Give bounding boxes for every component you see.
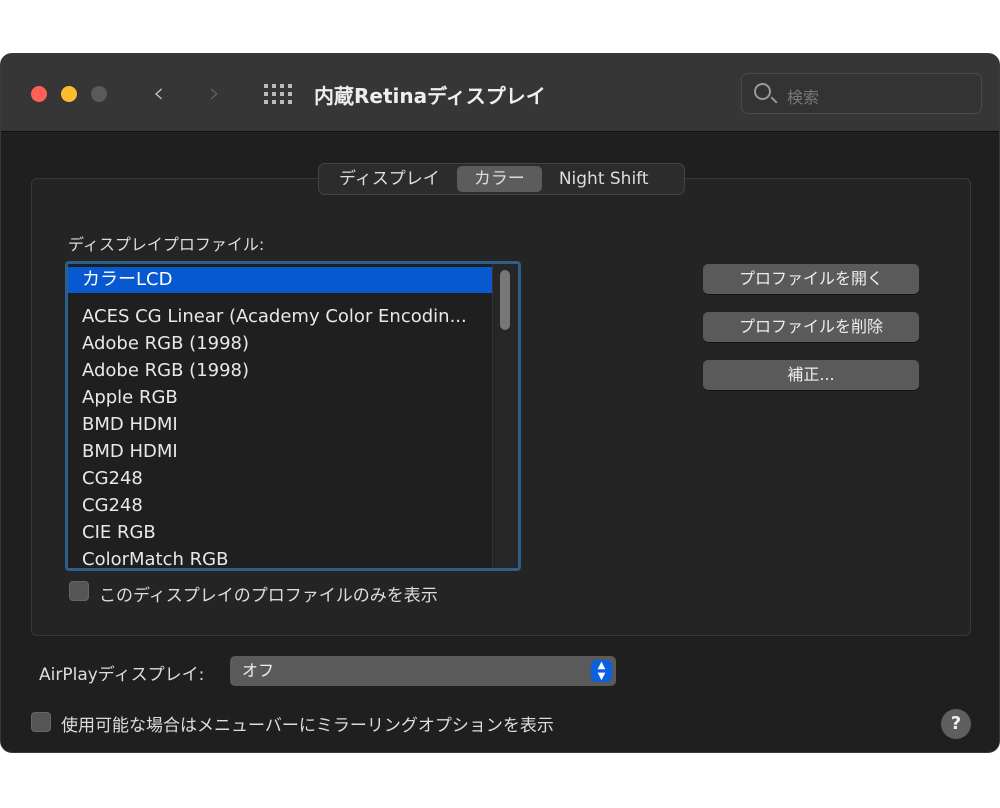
window-title: 内蔵Retinaディスプレイ	[314, 84, 546, 108]
forward-chevron-icon[interactable]: ›	[209, 76, 220, 109]
list-item[interactable]: CG248	[68, 493, 492, 519]
mirror-options-checkbox[interactable]	[31, 712, 51, 732]
airplay-popup[interactable]: オフ ▲ ▼	[230, 656, 616, 686]
delete-profile-button[interactable]: プロファイルを削除	[703, 312, 919, 342]
airplay-label: AirPlayディスプレイ:	[39, 665, 205, 685]
help-button[interactable]: ?	[941, 709, 971, 739]
mirror-options-label: 使用可能な場合はメニューバーにミラーリングオプションを表示	[61, 716, 554, 736]
airplay-value: オフ	[242, 661, 275, 680]
list-item[interactable]: ColorMatch RGB	[68, 547, 492, 568]
show-all-grid-icon[interactable]	[264, 84, 292, 104]
calibrate-button[interactable]: 補正...	[703, 360, 919, 390]
list-item[interactable]: Apple RGB	[68, 385, 492, 411]
search-field[interactable]: 検索	[741, 73, 982, 114]
list-item[interactable]: ACES CG Linear (Academy Color Encodin...	[68, 304, 492, 330]
tab-night-shift[interactable]: Night Shift	[542, 166, 666, 192]
list-item[interactable]: BMD HDMI	[68, 412, 492, 438]
close-button[interactable]	[31, 86, 47, 102]
up-down-chevron-icon: ▲ ▼	[591, 660, 612, 682]
tab-color[interactable]: カラー	[456, 166, 542, 192]
minimize-button[interactable]	[61, 86, 77, 102]
back-chevron-icon[interactable]: ‹	[153, 76, 164, 109]
display-profile-label: ディスプレイプロファイル:	[68, 235, 265, 254]
search-icon	[754, 83, 771, 100]
only-this-display-checkbox[interactable]	[69, 581, 89, 601]
zoom-button[interactable]	[91, 86, 107, 102]
list-item[interactable]: BMD HDMI	[68, 439, 492, 465]
open-profile-button[interactable]: プロファイルを開く	[703, 264, 919, 294]
title-bar: ‹ › 内蔵Retinaディスプレイ 検索	[1, 54, 999, 132]
system-preferences-window: ‹ › 内蔵Retinaディスプレイ 検索 ディスプレイ カラー Night S…	[0, 53, 1000, 753]
list-item-selected[interactable]: カラーLCD	[68, 267, 492, 293]
list-item[interactable]: Adobe RGB (1998)	[68, 358, 492, 384]
scrollbar-thumb[interactable]	[500, 270, 510, 330]
profile-list[interactable]: カラーLCD ACES CG Linear (Academy Color Enc…	[65, 261, 521, 571]
tab-display[interactable]: ディスプレイ	[322, 166, 457, 192]
scrollbar[interactable]	[492, 264, 518, 568]
search-placeholder: 検索	[787, 88, 820, 107]
tab-bar: ディスプレイ カラー Night Shift	[318, 163, 685, 195]
list-item[interactable]: Adobe RGB (1998)	[68, 331, 492, 357]
only-this-display-label: このディスプレイのプロファイルのみを表示	[99, 586, 438, 606]
list-item[interactable]: CIE RGB	[68, 520, 492, 546]
list-item[interactable]: CG248	[68, 466, 492, 492]
